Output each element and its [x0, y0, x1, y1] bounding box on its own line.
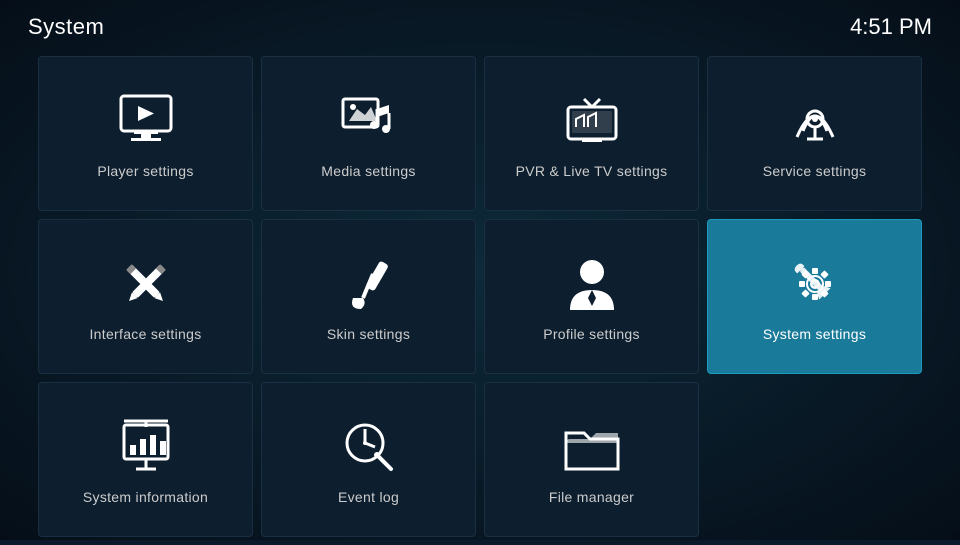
tile-event-log[interactable]: Event log	[261, 382, 476, 537]
tile-file-manager[interactable]: File manager	[484, 382, 699, 537]
empty-cell	[707, 382, 922, 537]
skin-icon	[337, 252, 401, 316]
system-settings-label: System settings	[763, 326, 866, 342]
eventlog-icon	[337, 415, 401, 479]
settings-grid: Player settings Media settings	[0, 48, 960, 545]
service-settings-label: Service settings	[763, 163, 867, 179]
tile-service-settings[interactable]: Service settings	[707, 56, 922, 211]
system-settings-icon	[783, 252, 847, 316]
interface-settings-label: Interface settings	[89, 326, 201, 342]
sysinfo-icon	[114, 415, 178, 479]
clock: 4:51 PM	[850, 14, 932, 40]
interface-icon	[114, 252, 178, 316]
tile-skin-settings[interactable]: Skin settings	[261, 219, 476, 374]
tile-media-settings[interactable]: Media settings	[261, 56, 476, 211]
event-log-label: Event log	[338, 489, 399, 505]
tile-system-information[interactable]: System information	[38, 382, 253, 537]
media-settings-label: Media settings	[321, 163, 415, 179]
file-manager-label: File manager	[549, 489, 634, 505]
service-icon	[783, 89, 847, 153]
pvr-icon	[560, 89, 624, 153]
profile-settings-label: Profile settings	[543, 326, 640, 342]
header: System 4:51 PM	[0, 0, 960, 48]
tile-profile-settings[interactable]: Profile settings	[484, 219, 699, 374]
media-icon	[337, 89, 401, 153]
skin-settings-label: Skin settings	[327, 326, 410, 342]
tile-interface-settings[interactable]: Interface settings	[38, 219, 253, 374]
player-settings-label: Player settings	[97, 163, 193, 179]
player-icon	[114, 89, 178, 153]
system-information-label: System information	[83, 489, 208, 505]
page-title: System	[28, 14, 104, 40]
tile-pvr-settings[interactable]: PVR & Live TV settings	[484, 56, 699, 211]
profile-icon	[560, 252, 624, 316]
pvr-settings-label: PVR & Live TV settings	[516, 163, 668, 179]
filemanager-icon	[560, 415, 624, 479]
tile-player-settings[interactable]: Player settings	[38, 56, 253, 211]
tile-system-settings[interactable]: System settings	[707, 219, 922, 374]
